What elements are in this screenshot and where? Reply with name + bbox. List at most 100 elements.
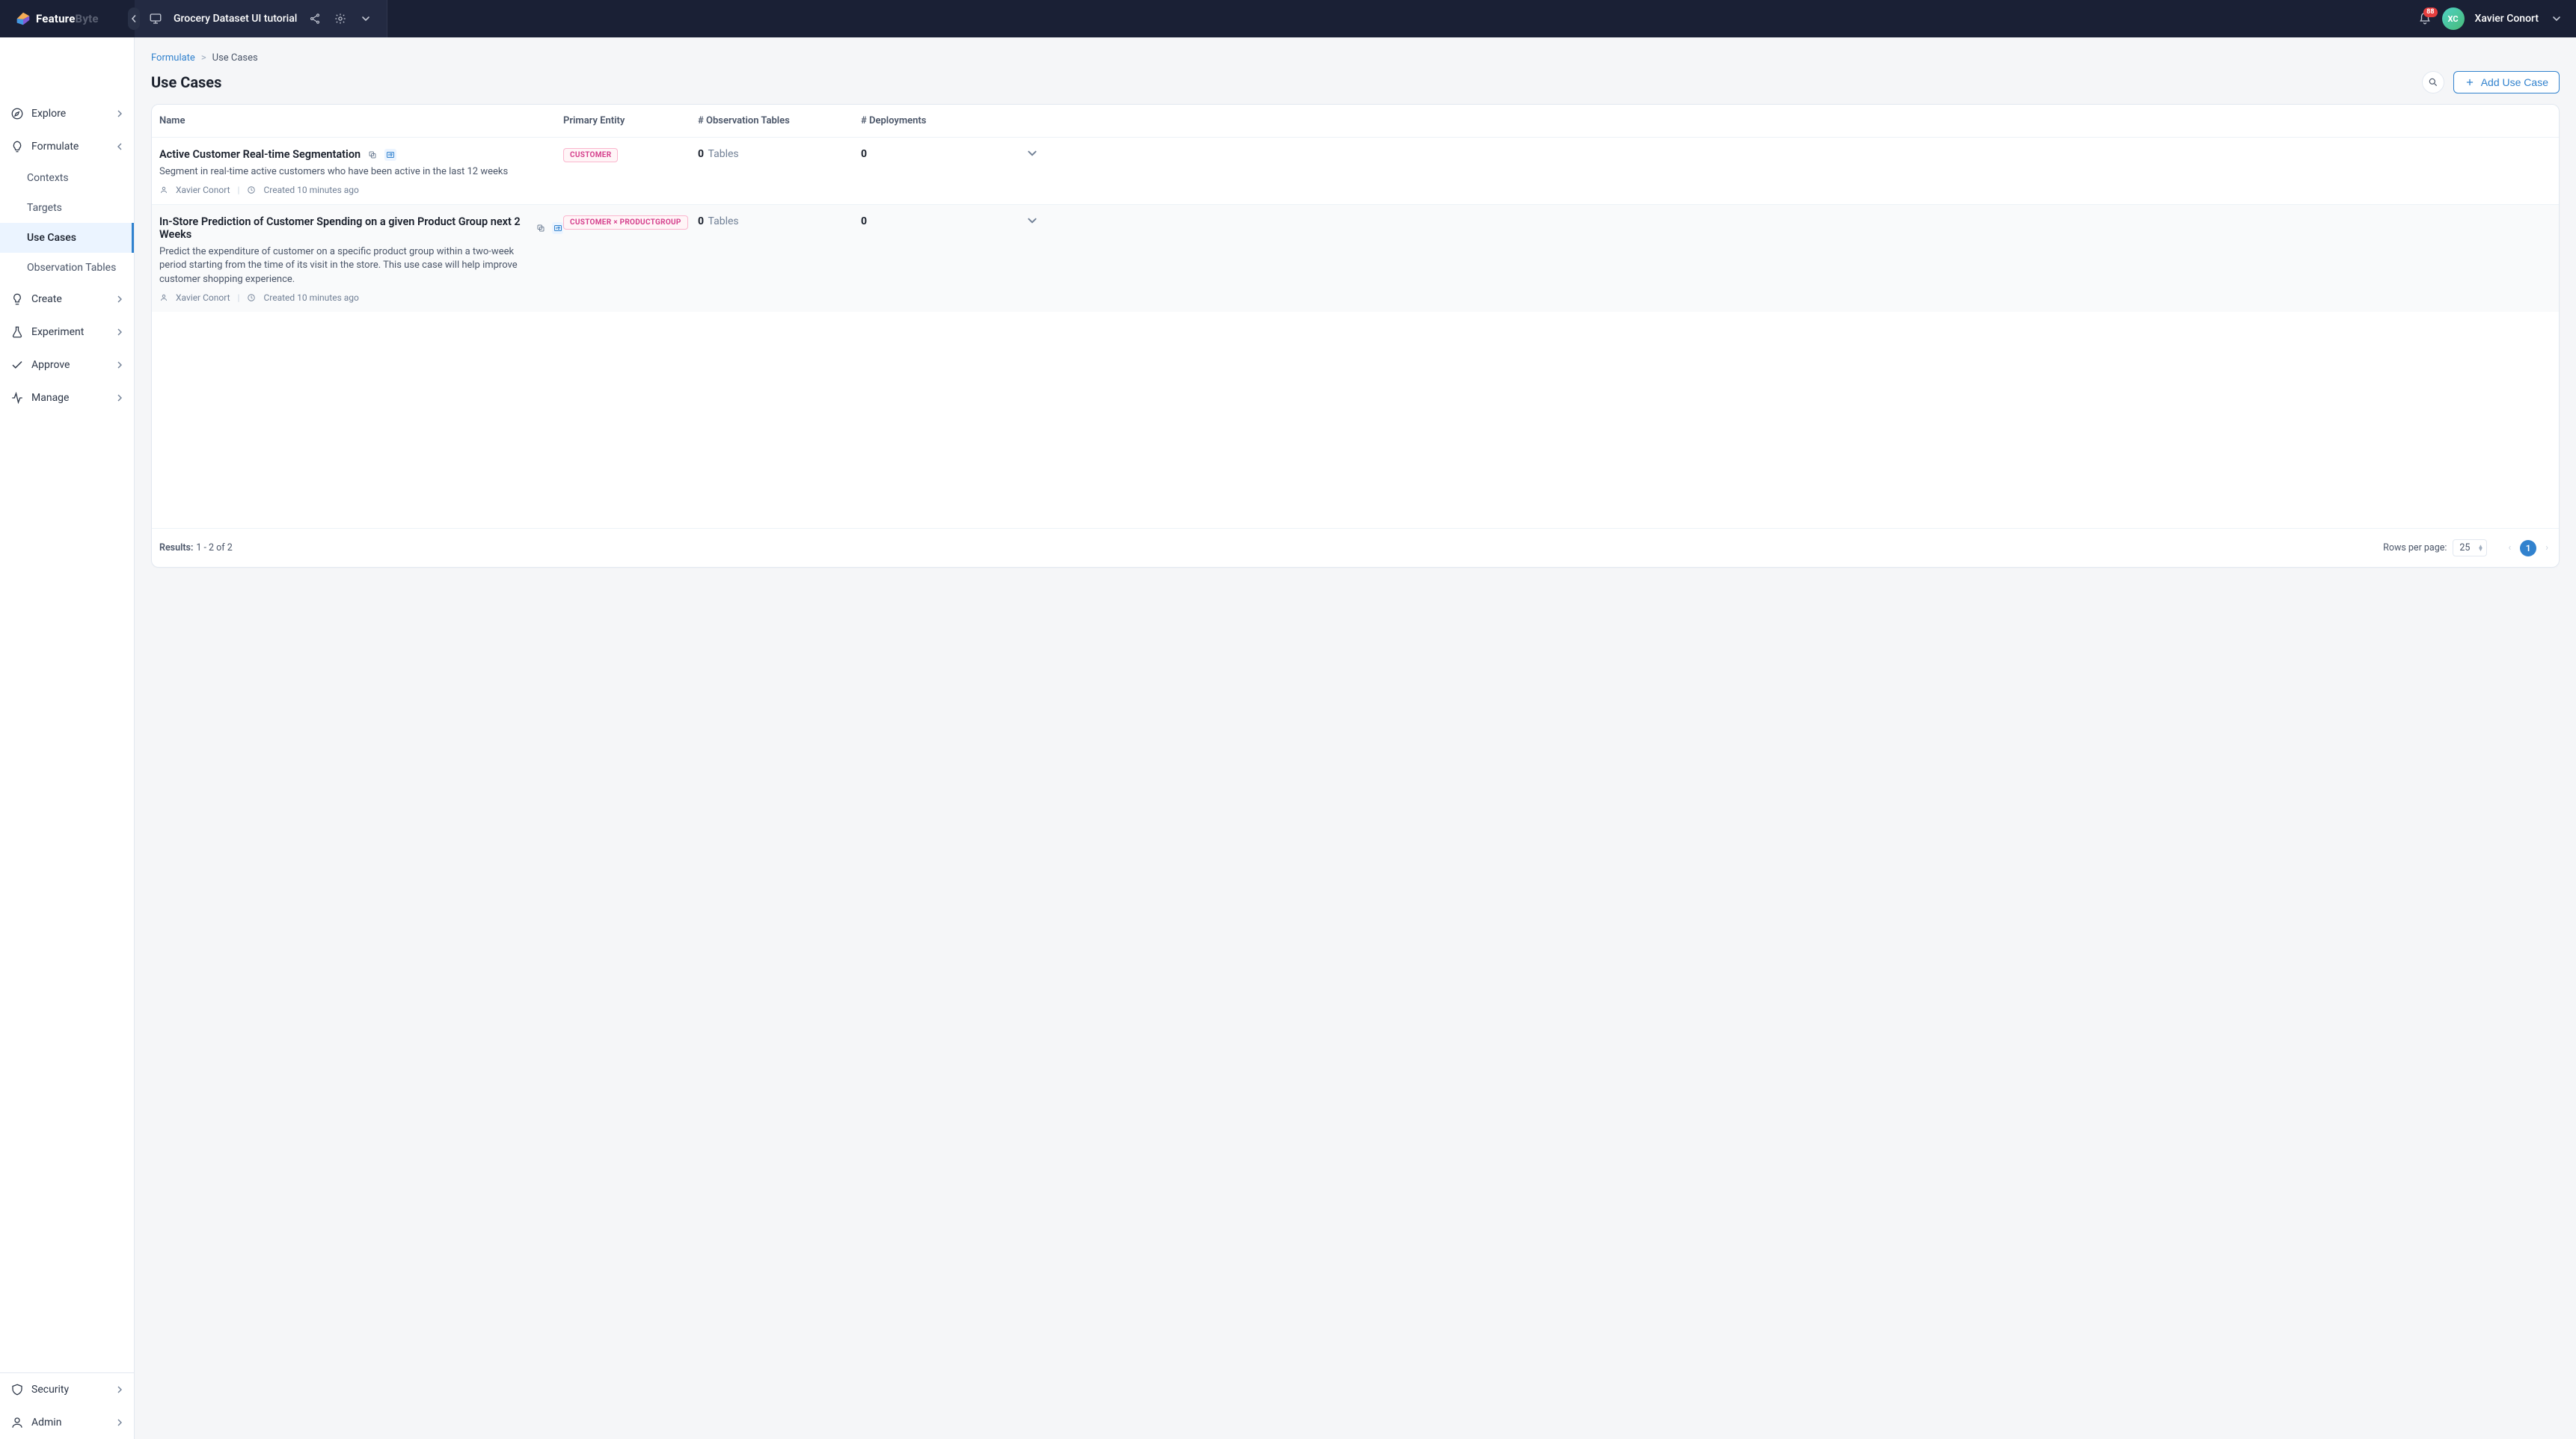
sidebar-item-contexts[interactable]: Contexts [0, 163, 134, 193]
use-cases-card: Name Primary Entity # Observation Tables… [151, 104, 2560, 568]
pager-current[interactable]: 1 [2520, 540, 2536, 556]
chevron-right-icon [116, 394, 123, 402]
pager-next[interactable]: › [2542, 542, 2551, 553]
chevron-right-icon [116, 361, 123, 369]
nav-item-label: Experiment [31, 326, 84, 338]
sidebar-item-targets[interactable]: Targets [0, 193, 134, 223]
row-author: Xavier Conort [176, 292, 230, 303]
share-icon[interactable] [307, 11, 322, 26]
add-use-case-button[interactable]: Add Use Case [2453, 71, 2560, 93]
nav-item-label: Approve [31, 359, 70, 371]
row-meta: Xavier Conort | Created 10 minutes ago [159, 292, 563, 303]
nav-item-label: Create [31, 293, 62, 305]
activity-icon [10, 391, 24, 405]
project-name[interactable]: Grocery Dataset UI tutorial [174, 13, 297, 25]
nav-item-label: Admin [31, 1417, 61, 1429]
notifications-badge: 88 [2423, 7, 2437, 17]
breadcrumb-parent[interactable]: Formulate [151, 52, 195, 64]
brand-logo[interactable]: FeatureByte [15, 10, 99, 27]
row-description: Segment in real-time active customers wh… [159, 165, 541, 179]
copy-icon[interactable] [535, 222, 546, 234]
entity-chip: CUSTOMER × PRODUCTGROUP [563, 215, 688, 230]
col-header-dep[interactable]: # Deployments [861, 115, 1027, 126]
table-header: Name Primary Entity # Observation Tables… [152, 105, 2559, 137]
search-button[interactable] [2422, 71, 2444, 93]
clock-icon [247, 185, 256, 194]
avatar[interactable]: XC [2442, 7, 2465, 30]
pager: ‹ 1 › [2505, 540, 2551, 556]
results-label: Results: [159, 542, 193, 553]
table-row[interactable]: Active Customer Real-time Segmentation S… [152, 137, 2559, 204]
chevron-down-icon [116, 143, 123, 150]
nav-item-admin[interactable]: Admin [0, 1406, 134, 1439]
sidebar-item-use-cases[interactable]: Use Cases [0, 223, 134, 253]
clock-icon [247, 293, 256, 302]
nav-item-approve[interactable]: Approve [0, 349, 134, 381]
sidebar-item-label: Use Cases [27, 232, 76, 244]
nav-item-security[interactable]: Security [0, 1373, 134, 1406]
col-header-entity[interactable]: Primary Entity [563, 115, 698, 126]
user-menu-dropdown[interactable] [2549, 11, 2564, 26]
add-button-label: Add Use Case [2481, 76, 2548, 88]
user-name: Xavier Conort [2475, 13, 2539, 25]
rows-per-page-select[interactable]: 25 ▲▼ [2453, 539, 2487, 556]
topbar-right: 88 XC Xavier Conort [2418, 7, 2565, 30]
sidebar-item-observation-tables[interactable]: Observation Tables [0, 253, 134, 283]
row-description: Predict the expenditure of customer on a… [159, 245, 541, 286]
plus-icon [2465, 77, 2475, 88]
sidebar-item-label: Targets [27, 202, 62, 214]
rows-per-page-label: Rows per page: [2383, 542, 2447, 553]
gear-icon[interactable] [333, 11, 348, 26]
breadcrumb-separator: > [201, 52, 206, 64]
rows-per-page-value: 25 [2459, 542, 2470, 553]
brand-name: FeatureByte [36, 12, 99, 25]
dep-count: 0 [861, 215, 867, 227]
chevron-right-icon [116, 1419, 123, 1426]
nav-item-label: Explore [31, 108, 66, 120]
nav-item-manage[interactable]: Manage [0, 381, 134, 414]
chevron-right-icon [116, 295, 123, 303]
obs-label: Tables [708, 215, 739, 227]
sidebar-item-label: Contexts [27, 172, 69, 184]
chevron-right-icon [116, 328, 123, 336]
nav-item-experiment[interactable]: Experiment [0, 316, 134, 349]
breadcrumb-current: Use Cases [212, 52, 258, 64]
expand-row-button[interactable] [1027, 215, 2542, 226]
results-value: 1 - 2 of 2 [196, 542, 232, 553]
pager-prev[interactable]: ‹ [2505, 542, 2514, 553]
lightbulb-icon [10, 292, 24, 306]
nav-item-formulate[interactable]: Formulate [0, 130, 134, 163]
nav-subgroup-formulate: Contexts Targets Use Cases Observation T… [0, 163, 134, 283]
copy-icon[interactable] [367, 149, 378, 161]
col-header-name[interactable]: Name [159, 115, 563, 126]
expand-row-button[interactable] [1027, 148, 2542, 159]
check-icon [10, 358, 24, 372]
sidebar-collapse-button[interactable] [128, 7, 140, 30]
chevron-right-icon [116, 1386, 123, 1393]
row-created: Created 10 minutes ago [263, 292, 358, 303]
col-header-obs[interactable]: # Observation Tables [698, 115, 861, 126]
nav-item-create[interactable]: Create [0, 283, 134, 316]
obs-label: Tables [708, 148, 739, 160]
monitor-icon [148, 11, 163, 26]
row-author: Xavier Conort [176, 185, 230, 195]
notifications-button[interactable]: 88 [2418, 12, 2432, 25]
obs-count: 0 [698, 215, 704, 227]
entity-chip: CUSTOMER [563, 148, 618, 162]
project-dropdown[interactable] [358, 11, 373, 26]
topbar-left: FeatureByte [0, 0, 135, 37]
id-icon[interactable] [384, 149, 396, 161]
shield-icon [10, 1383, 24, 1396]
dep-count: 0 [861, 148, 867, 160]
row-created: Created 10 minutes ago [263, 185, 358, 195]
nav-item-label: Security [31, 1384, 69, 1396]
row-meta: Xavier Conort | Created 10 minutes ago [159, 185, 563, 195]
nav-item-explore[interactable]: Explore [0, 97, 134, 130]
table-row[interactable]: In-Store Prediction of Customer Spending… [152, 204, 2559, 312]
user-icon [10, 1416, 24, 1429]
sidebar: Explore Formulate Contexts Targets Use C… [0, 37, 135, 1439]
breadcrumb: Formulate > Use Cases [151, 52, 2560, 64]
sidebar-item-label: Observation Tables [27, 262, 116, 274]
id-icon[interactable] [552, 222, 563, 234]
nav-item-label: Manage [31, 392, 69, 404]
